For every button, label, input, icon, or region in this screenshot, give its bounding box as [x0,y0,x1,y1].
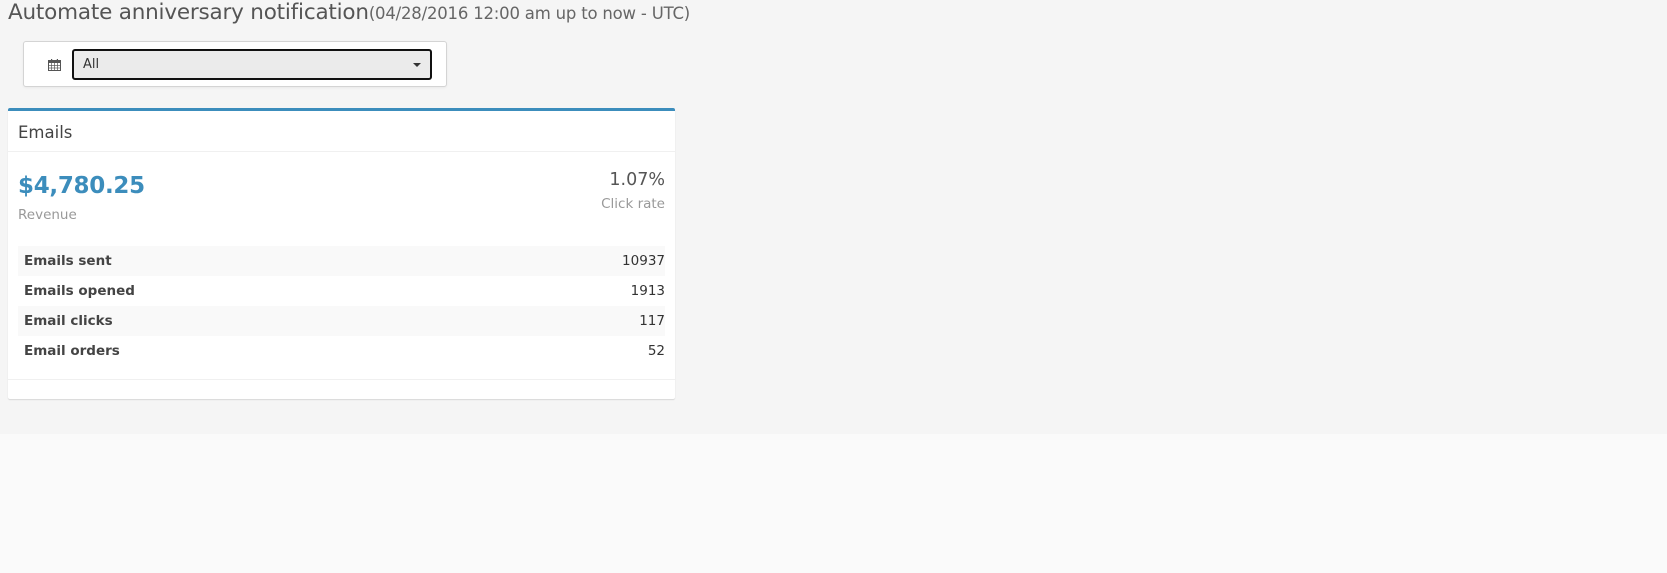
page-header: Automate anniversary notification (04/28/… [8,0,690,30]
click-rate-label: Click rate [601,196,665,212]
table-row: Email clicks 117 [18,306,665,336]
stat-value: 52 [647,343,665,359]
panel-header: Emails [8,111,675,152]
stat-label: Emails opened [24,283,135,299]
click-rate-value: 1.07% [609,170,665,190]
table-row: Emails sent 10937 [18,246,665,276]
revenue-label: Revenue [18,207,77,223]
calendar-icon [48,56,61,71]
revenue-value: $4,780.25 [18,173,145,199]
stat-value: 117 [639,313,665,329]
panel-title: Emails [18,123,73,142]
table-row: Emails opened 1913 [18,276,665,306]
stat-value: 10937 [622,253,665,269]
date-range-select-value: All [83,57,100,72]
page-subtitle: (04/28/2016 12:00 am up to now - UTC) [368,4,691,23]
caret-down-icon [413,63,421,67]
panel-footer-divider [8,379,675,380]
table-row: Email orders 52 [18,336,665,366]
emails-panel: Emails $4,780.25 Revenue 1.07% Click rat… [8,108,675,399]
page-title: Automate anniversary notification [8,0,369,25]
stat-label: Emails sent [24,253,112,269]
date-filter-box: All [23,41,447,87]
stat-label: Email orders [24,343,120,359]
date-range-select[interactable]: All [72,49,432,80]
stat-label: Email clicks [24,313,113,329]
content-area: Automate anniversary notification (04/28/… [0,0,1667,434]
stats-table: Emails sent 10937 Emails opened 1913 Ema… [18,246,665,366]
stat-value: 1913 [630,283,665,299]
